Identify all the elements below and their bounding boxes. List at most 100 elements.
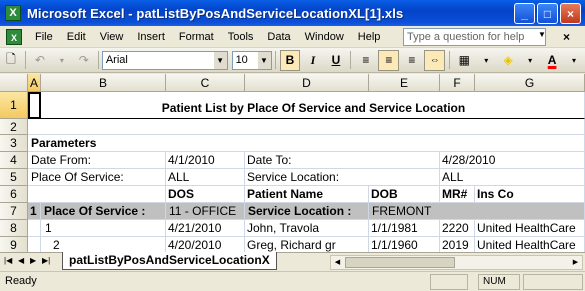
align-right-icon[interactable]: ≡	[401, 50, 422, 71]
chevron-down-icon[interactable]: ▾	[520, 50, 540, 70]
chevron-down-icon[interactable]: ▼	[213, 51, 227, 69]
group-pos-value[interactable]: 11 - OFFICE	[166, 203, 245, 220]
menu-tools[interactable]: Tools	[221, 31, 261, 43]
row-number[interactable]: 2	[41, 237, 166, 252]
parameters-label[interactable]: Parameters	[28, 135, 585, 152]
row-header-1[interactable]: 1	[0, 92, 28, 119]
workbook-close-icon[interactable]: ×	[563, 30, 570, 44]
menu-data[interactable]: Data	[260, 31, 297, 43]
workbook-icon[interactable]: X	[6, 28, 22, 45]
help-dropdown-icon[interactable]: ▼	[538, 30, 546, 39]
group-sl-label[interactable]: Service Location :	[245, 203, 369, 220]
service-location-label[interactable]: Service Location:	[245, 169, 440, 186]
cell-a1[interactable]	[28, 92, 41, 119]
header-dob[interactable]: DOB	[369, 186, 440, 203]
report-title[interactable]: Patient List by Place Of Service and Ser…	[41, 92, 585, 119]
row-patient-name[interactable]: John, Travola	[245, 220, 369, 237]
cell-row-2[interactable]	[28, 119, 585, 135]
column-header-g[interactable]: G	[475, 74, 585, 92]
column-header-c[interactable]: C	[166, 74, 245, 92]
first-sheet-icon[interactable]: |◀	[4, 256, 12, 265]
column-header-a[interactable]: A	[28, 74, 41, 92]
group-pos-label[interactable]: Place Of Service :	[41, 203, 166, 220]
row-patient-name[interactable]: Greg, Richard gr	[245, 237, 369, 252]
row-ins-co[interactable]: United HealthCare	[475, 237, 585, 252]
header-ins-co[interactable]: Ins Co	[475, 186, 585, 203]
close-button[interactable]: ×	[560, 3, 581, 24]
row-header-9[interactable]: 9	[0, 237, 28, 252]
date-from-label[interactable]: Date From:	[28, 152, 166, 169]
menu-help[interactable]: Help	[351, 31, 388, 43]
row-mr[interactable]: 2019	[440, 237, 475, 252]
underline-button[interactable]: U	[325, 50, 346, 71]
date-from-value[interactable]: 4/1/2010	[166, 152, 245, 169]
minimize-button[interactable]: _	[514, 3, 535, 24]
menu-format[interactable]: Format	[172, 31, 221, 43]
date-to-value[interactable]: 4/28/2010	[440, 152, 585, 169]
row-header-5[interactable]: 5	[0, 169, 28, 186]
scroll-left-icon[interactable]: ◀	[331, 256, 344, 269]
header-mr[interactable]: MR#	[440, 186, 475, 203]
place-of-service-label[interactable]: Place Of Service:	[28, 169, 166, 186]
undo-icon[interactable]: ↶	[30, 50, 50, 70]
bold-button[interactable]: B	[279, 49, 301, 71]
merge-center-icon[interactable]: ⇔	[424, 49, 446, 71]
row-dos[interactable]: 4/21/2010	[166, 220, 245, 237]
scroll-thumb[interactable]	[345, 257, 455, 268]
chevron-down-icon[interactable]: ▾	[564, 50, 584, 70]
cell-a9[interactable]	[28, 237, 41, 252]
row-header-8[interactable]: 8	[0, 220, 28, 237]
menu-file[interactable]: File	[28, 31, 60, 43]
menu-insert[interactable]: Insert	[130, 31, 172, 43]
font-color-icon[interactable]: A	[542, 50, 562, 70]
row-header-7[interactable]: 7	[0, 203, 28, 220]
undo-dropdown-icon[interactable]: ▾	[52, 50, 72, 70]
row-number[interactable]: 1	[41, 220, 166, 237]
italic-button[interactable]: I	[302, 50, 323, 71]
group-sl-value[interactable]: FREMONT	[369, 203, 585, 220]
borders-icon[interactable]: ▦	[454, 50, 474, 70]
header-patient-name[interactable]: Patient Name	[245, 186, 369, 203]
row-mr[interactable]: 2220	[440, 220, 475, 237]
row-dos[interactable]: 4/20/2010	[166, 237, 245, 252]
cell-a8[interactable]	[28, 220, 41, 237]
horizontal-scrollbar[interactable]: ◀ ▶	[330, 255, 583, 270]
sheet-tab-active[interactable]: patListByPosAndServiceLocationX	[62, 252, 277, 270]
font-name-select[interactable]: Arial ▼	[101, 50, 228, 70]
cell-a6[interactable]	[28, 186, 166, 203]
column-header-b[interactable]: B	[41, 74, 166, 92]
select-all-corner[interactable]	[0, 74, 28, 92]
column-header-d[interactable]: D	[245, 74, 369, 92]
new-document-icon[interactable]: 🗋	[1, 50, 21, 70]
menu-window[interactable]: Window	[298, 31, 351, 43]
row-dob[interactable]: 1/1/1981	[369, 220, 440, 237]
menu-edit[interactable]: Edit	[60, 31, 93, 43]
row-header-2[interactable]: 2	[0, 119, 28, 135]
place-of-service-value[interactable]: ALL	[166, 169, 245, 186]
scroll-right-icon[interactable]: ▶	[569, 256, 582, 269]
spreadsheet-grid[interactable]: A B C D E F G 1 2 3 4 5 6 7 8 9 Patient …	[0, 74, 585, 252]
row-header-6[interactable]: 6	[0, 186, 28, 203]
excel-icon[interactable]: X	[5, 5, 21, 21]
menu-view[interactable]: View	[93, 31, 131, 43]
row-header-4[interactable]: 4	[0, 152, 28, 169]
help-search-input[interactable]: Type a question for help	[403, 28, 546, 46]
maximize-button[interactable]: □	[537, 3, 558, 24]
service-location-value[interactable]: ALL	[440, 169, 585, 186]
fill-color-icon[interactable]: ◈	[498, 50, 518, 70]
align-left-icon[interactable]: ≡	[355, 50, 376, 71]
font-size-select[interactable]: 10 ▼	[231, 50, 272, 70]
last-sheet-icon[interactable]: ▶|	[42, 256, 50, 265]
header-dos[interactable]: DOS	[166, 186, 245, 203]
chevron-down-icon[interactable]: ▾	[476, 50, 496, 70]
row-header-3[interactable]: 3	[0, 135, 28, 152]
chevron-down-icon[interactable]: ▼	[257, 51, 271, 69]
column-header-f[interactable]: F	[440, 74, 475, 92]
align-center-icon[interactable]: ≡	[378, 49, 400, 71]
row-dob[interactable]: 1/1/1960	[369, 237, 440, 252]
column-header-e[interactable]: E	[369, 74, 440, 92]
prev-sheet-icon[interactable]: ◀	[18, 256, 24, 265]
group-number[interactable]: 1	[28, 203, 41, 220]
row-ins-co[interactable]: United HealthCare	[475, 220, 585, 237]
date-to-label[interactable]: Date To:	[245, 152, 440, 169]
